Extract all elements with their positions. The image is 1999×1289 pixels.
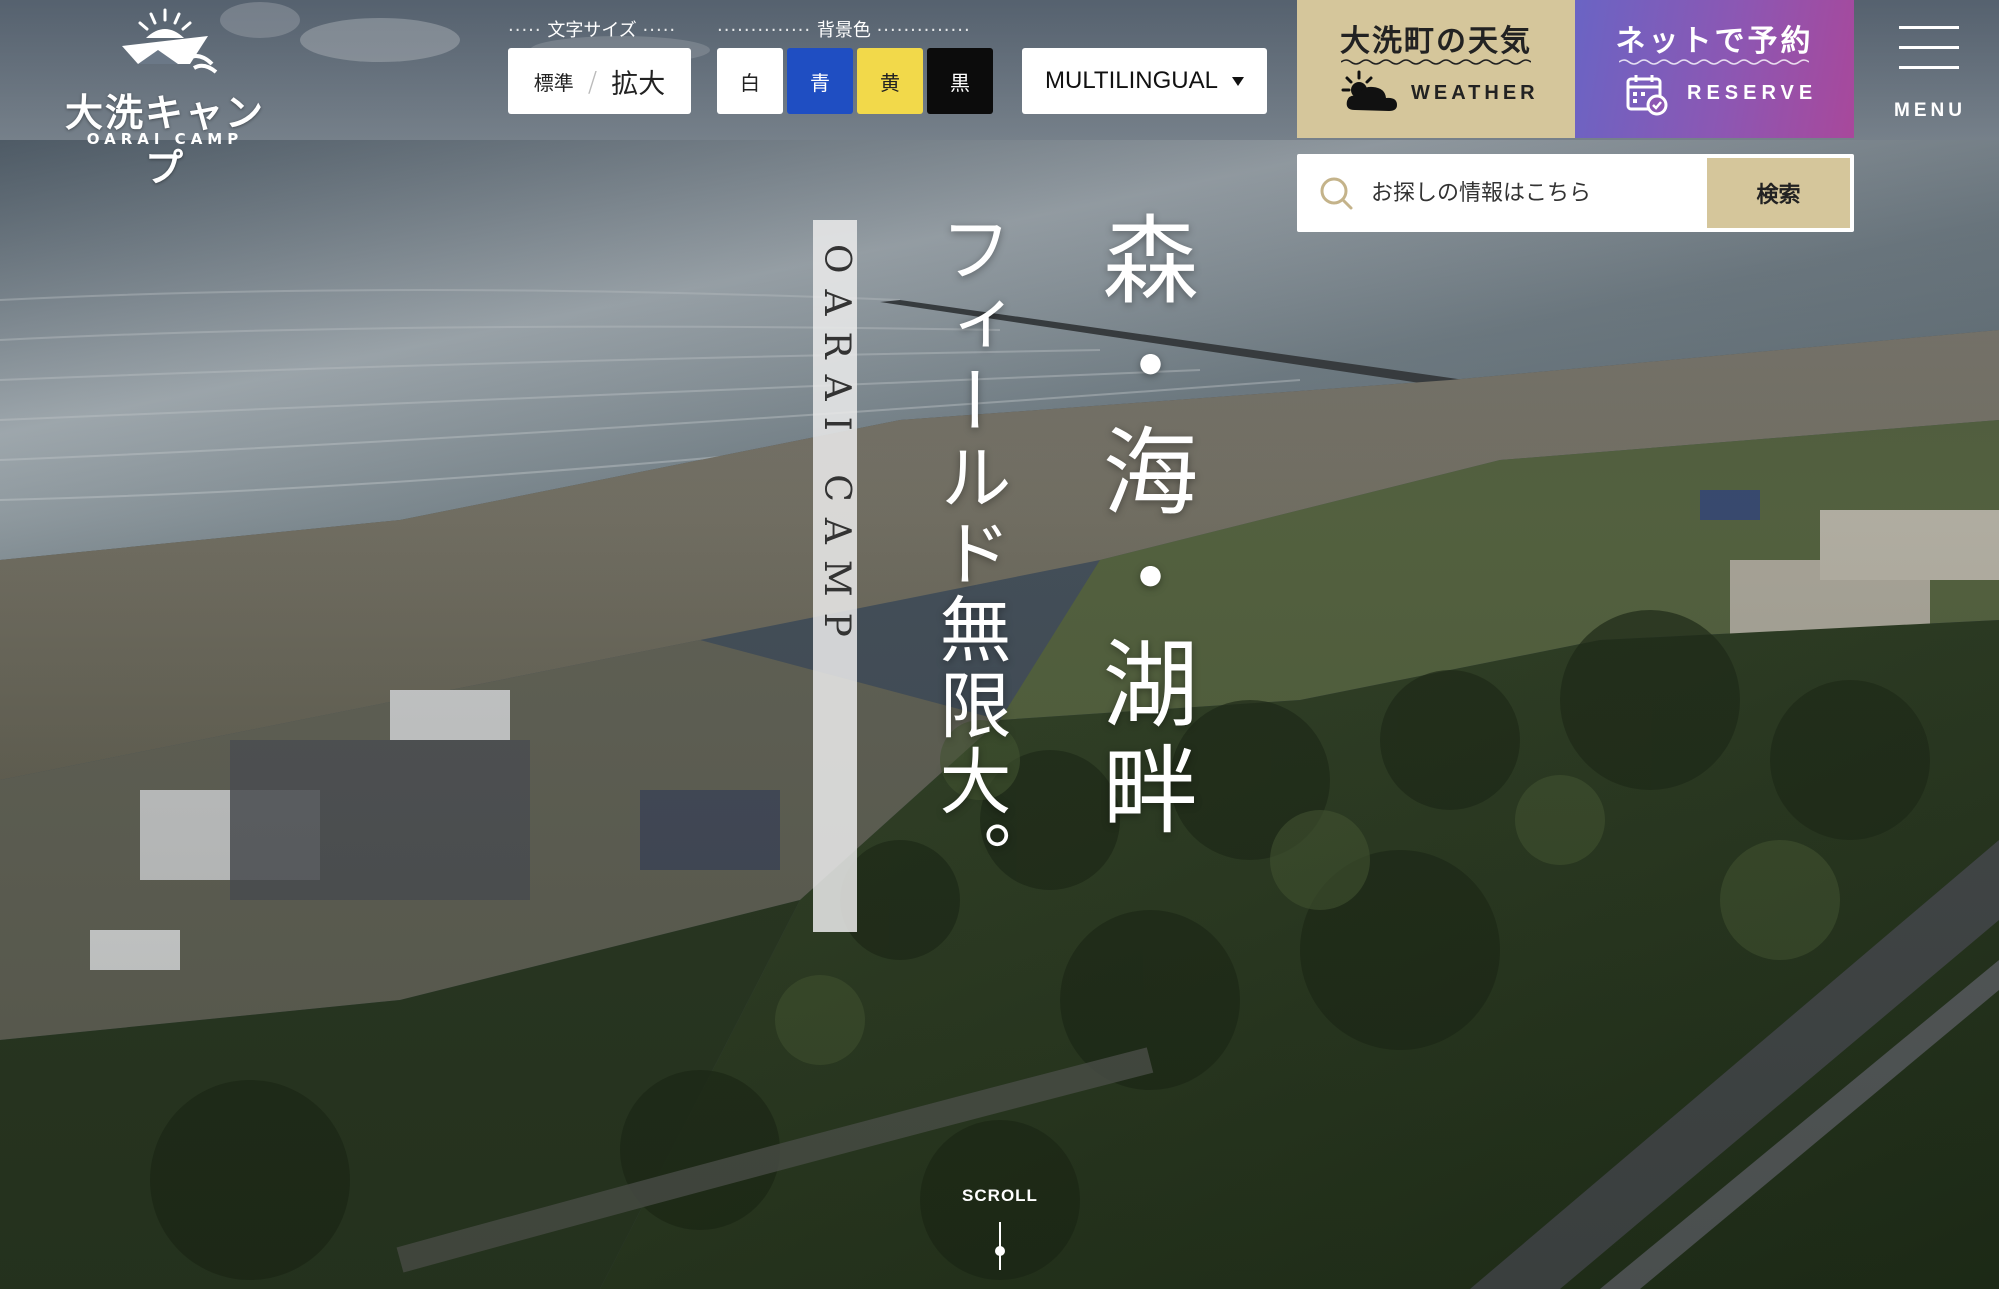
- brand-vertical-band: OARAI CAMP: [813, 220, 857, 932]
- hamburger-menu-icon: [1899, 26, 1959, 29]
- font-size-divider: /: [587, 64, 598, 98]
- reserve-subtitle: RESERVE: [1687, 82, 1818, 104]
- scroll-label: SCROLL: [962, 1186, 1038, 1205]
- bg-color-black-button[interactable]: 黒: [927, 48, 993, 114]
- site-search: 検索: [1297, 154, 1854, 232]
- hero-catch-sub: フィールド無限大。: [927, 212, 1011, 896]
- wavy-divider: [1619, 59, 1809, 65]
- wavy-divider: [1341, 59, 1531, 65]
- reserve-title: ネットで予約: [1615, 24, 1814, 59]
- font-size-switcher: 標準 / 拡大: [508, 48, 691, 114]
- hero-catch-main: 森・海・湖畔: [1086, 210, 1198, 846]
- calendar-check-icon: [1626, 75, 1668, 116]
- bg-color-white-button[interactable]: 白: [717, 48, 783, 114]
- language-select-label: MULTILINGUAL: [1045, 67, 1218, 94]
- font-size-large-button[interactable]: 拡大: [611, 62, 665, 101]
- weather-button[interactable]: 大洗町の天気 WEATHER: [1297, 0, 1575, 138]
- search-button[interactable]: 検索: [1707, 158, 1850, 228]
- scroll-dot: [995, 1246, 1005, 1256]
- cloud-sun-icon: [1341, 70, 1397, 111]
- weather-title: 大洗町の天気: [1340, 24, 1532, 59]
- font-size-normal-button[interactable]: 標準: [534, 67, 574, 96]
- bg-color-blue-button[interactable]: 青: [787, 48, 853, 114]
- weather-subtitle: WEATHER: [1411, 82, 1539, 104]
- search-input[interactable]: [1371, 166, 1691, 220]
- bg-color-yellow-button[interactable]: 黄: [857, 48, 923, 114]
- bg-color-label: ·············· 背景色 ··············: [717, 20, 971, 41]
- font-size-label: ····· 文字サイズ ·····: [508, 20, 677, 41]
- scroll-indicator[interactable]: SCROLL: [955, 1186, 1045, 1270]
- hamburger-menu-button[interactable]: MENU: [1885, 14, 1975, 124]
- logo-subtitle: OARAI CAMP: [86, 130, 244, 148]
- reserve-button[interactable]: ネットで予約 RESERVE: [1575, 0, 1854, 138]
- brand-vertical-text: OARAI CAMP: [816, 244, 857, 653]
- site-logo[interactable]: 大洗キャンプ OARAI CAMP: [50, 6, 280, 190]
- search-icon: [1320, 177, 1353, 210]
- menu-label: MENU: [1894, 100, 1966, 121]
- sun-ship-logo-icon: [122, 8, 218, 74]
- dropdown-triangle-icon: [1231, 76, 1244, 86]
- language-select[interactable]: MULTILINGUAL: [1022, 48, 1267, 114]
